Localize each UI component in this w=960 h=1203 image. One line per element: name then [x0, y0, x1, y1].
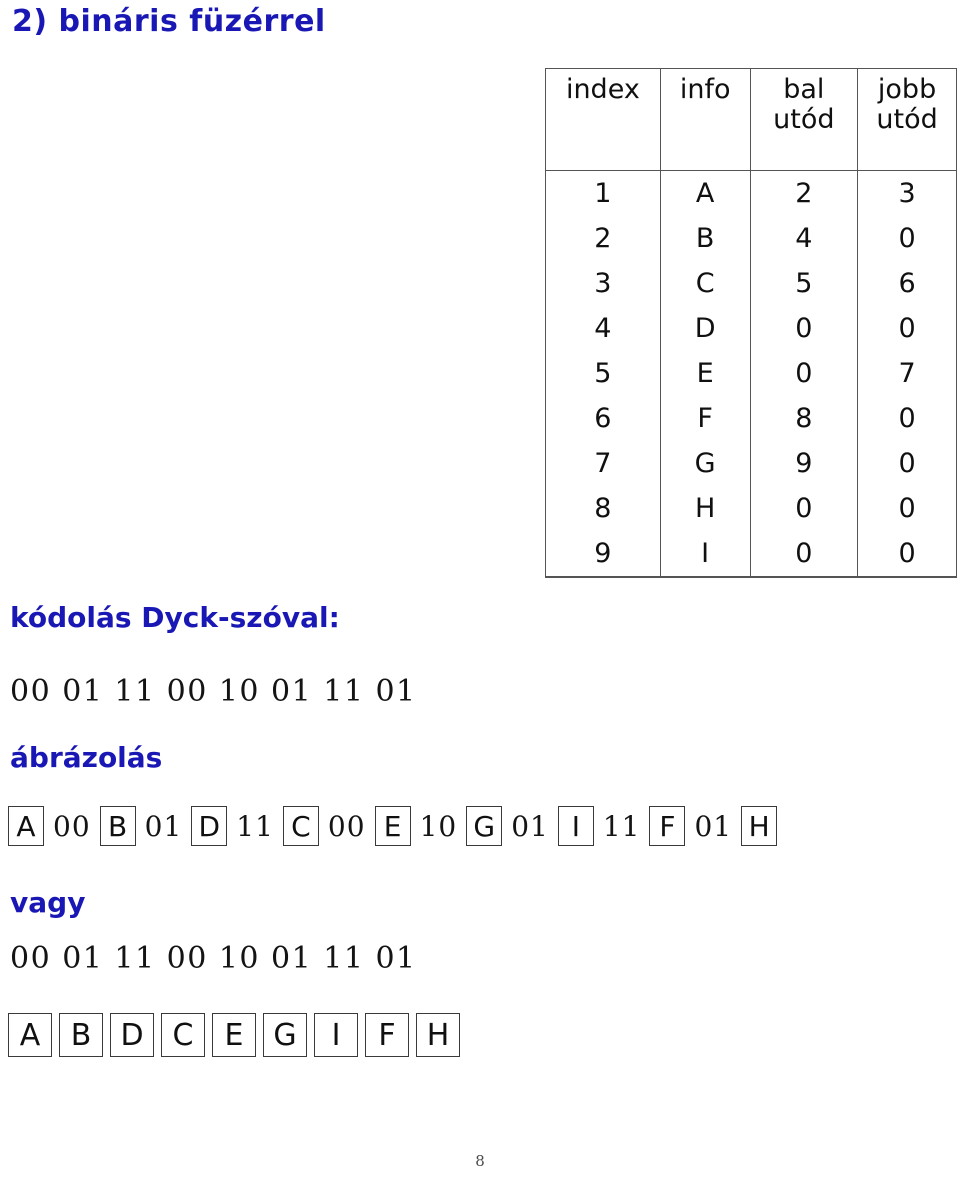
cell-bal-utod: 0 [749, 351, 859, 396]
node-box: E [212, 1013, 256, 1057]
cell-info: I [659, 531, 751, 577]
node-box: D [191, 806, 228, 846]
cell-bal-utod: 0 [749, 531, 859, 577]
table-row: 4D00 [545, 306, 957, 351]
coding-heading: kódolás Dyck-szóval: [10, 601, 340, 634]
node-box: C [161, 1013, 205, 1057]
bit-pair: 10 [419, 809, 458, 843]
page-number: 8 [475, 1152, 485, 1170]
node-box: B [59, 1013, 103, 1057]
table-header-info: info [659, 68, 751, 171]
bit-pair: 01 [694, 809, 733, 843]
cell-info: B [659, 216, 751, 261]
table-bottom-rule [545, 576, 957, 578]
cell-index: 4 [545, 306, 661, 351]
dyck-word-coding: 00 01 11 00 10 01 11 01 [10, 674, 417, 709]
table-header-bal-line1: bal [783, 74, 825, 105]
table-row: 3C56 [545, 261, 957, 306]
cell-index: 6 [545, 396, 661, 441]
table-row: 8H00 [545, 486, 957, 531]
cell-bal-utod: 0 [749, 306, 859, 351]
node-box: C [282, 806, 319, 846]
node-box: A [8, 1013, 52, 1057]
cell-jobb-utod: 7 [857, 351, 957, 396]
representation-heading: ábrázolás [10, 741, 163, 774]
table-row: 1A23 [545, 170, 957, 216]
table-header-info-line1: info [679, 74, 731, 105]
bit-pair: 11 [236, 809, 274, 843]
cell-bal-utod: 5 [749, 261, 859, 306]
table-header-index-line1: index [565, 74, 640, 105]
node-box: A [8, 806, 44, 846]
bit-pair: 00 [53, 809, 91, 843]
cell-jobb-utod: 0 [857, 396, 957, 441]
cell-info: G [659, 441, 751, 486]
table-header-index: index [545, 68, 661, 171]
node-box: I [314, 1013, 358, 1057]
table-row: 2B40 [545, 216, 957, 261]
table-body: 1A232B403C564D005E076F807G908H009I00 [545, 170, 957, 577]
cell-bal-utod: 2 [749, 170, 859, 216]
cell-info: D [659, 306, 751, 351]
table-header-bal-line2: utód [773, 104, 835, 136]
cell-jobb-utod: 0 [857, 216, 957, 261]
cell-index: 3 [545, 261, 661, 306]
cell-bal-utod: 8 [749, 396, 859, 441]
node-box: I [557, 806, 594, 846]
page-title: 2) bináris füzérrel [12, 4, 326, 39]
table-row: 6F80 [545, 396, 957, 441]
node-box: H [741, 806, 778, 846]
node-box: G [263, 1013, 307, 1057]
binary-tree-node-table: index info bal utód jobb utód 1A232B403C… [545, 68, 957, 577]
bit-pair: 01 [144, 809, 183, 843]
node-box: D [110, 1013, 154, 1057]
table-header-jobb-line1: jobb [877, 74, 937, 105]
cell-jobb-utod: 3 [857, 170, 957, 216]
table-header-jobb-line2: utód [876, 104, 938, 136]
table-header-jobb-utod: jobb utód [857, 68, 957, 171]
cell-bal-utod: 9 [749, 441, 859, 486]
dyck-word-alternative: 00 01 11 00 10 01 11 01 [10, 941, 417, 976]
cell-info: E [659, 351, 751, 396]
cell-index: 1 [545, 170, 661, 216]
cell-bal-utod: 0 [749, 486, 859, 531]
table-row: 5E07 [545, 351, 957, 396]
cell-jobb-utod: 6 [857, 261, 957, 306]
cell-jobb-utod: 0 [857, 531, 957, 577]
cell-info: C [659, 261, 751, 306]
node-box: B [99, 806, 136, 846]
cell-info: F [659, 396, 751, 441]
bit-pair: 01 [511, 809, 549, 843]
cell-index: 2 [545, 216, 661, 261]
cell-jobb-utod: 0 [857, 486, 957, 531]
cell-index: 8 [545, 486, 661, 531]
cell-jobb-utod: 0 [857, 306, 957, 351]
alternative-node-sequence: ABDCEGIFH [8, 1013, 467, 1057]
cell-info: H [659, 486, 751, 531]
cell-info: A [659, 170, 751, 216]
representation-sequence: A 00 B 01 D 11 C 00 E 10 G 01 I 11 F 01 H [8, 806, 778, 846]
bit-pair: 00 [327, 809, 366, 843]
cell-index: 7 [545, 441, 661, 486]
cell-index: 5 [545, 351, 661, 396]
node-box: G [466, 806, 503, 846]
cell-index: 9 [545, 531, 661, 577]
cell-jobb-utod: 0 [857, 441, 957, 486]
alternative-heading: vagy [10, 886, 86, 919]
table-row: 7G90 [545, 441, 957, 486]
node-box: E [374, 806, 411, 846]
node-box: F [649, 806, 686, 846]
cell-bal-utod: 4 [749, 216, 859, 261]
bit-pair: 11 [602, 809, 641, 843]
table-header-bal-utod: bal utód [749, 68, 859, 171]
table-row: 9I00 [545, 531, 957, 577]
node-box: F [365, 1013, 409, 1057]
table-header-row: index info bal utód jobb utód [545, 68, 957, 171]
node-box: H [416, 1013, 460, 1057]
